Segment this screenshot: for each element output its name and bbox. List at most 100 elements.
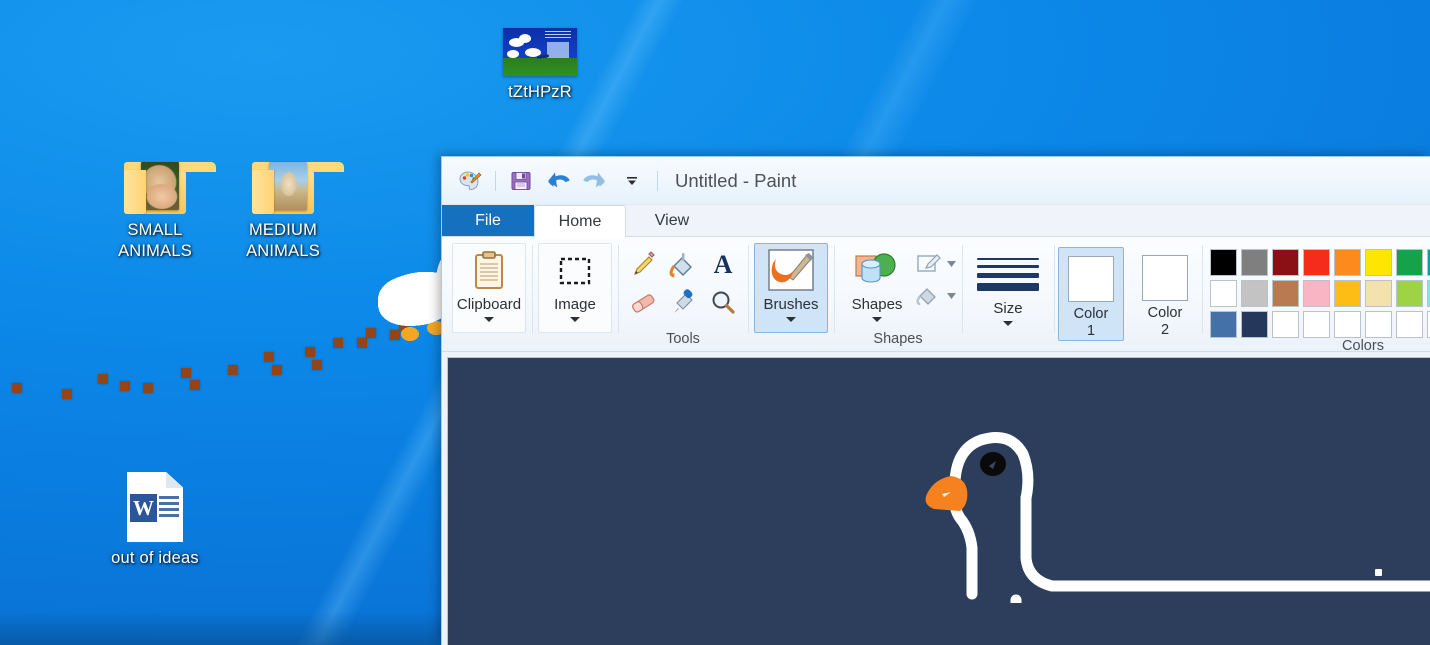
- desktop-icon-word-document[interactable]: W out of ideas: [90, 470, 220, 569]
- palette-swatch[interactable]: [1365, 249, 1392, 276]
- goose-back-outline: [1020, 492, 1430, 592]
- ribbon-group-colors: Colors: [1202, 241, 1430, 354]
- group-title-tools: Tools: [666, 331, 700, 347]
- palette-swatch[interactable]: [1241, 249, 1268, 276]
- palette-swatch[interactable]: [1210, 311, 1237, 338]
- undo-arrow-icon[interactable]: [544, 167, 572, 195]
- palette-swatch[interactable]: [1334, 311, 1361, 338]
- ribbon-group-clipboard: Clipboard: [446, 241, 532, 351]
- text-tool-button[interactable]: A: [704, 247, 742, 283]
- mud-footprint: [312, 360, 322, 370]
- palette-swatch[interactable]: [1210, 280, 1237, 307]
- palette-swatch[interactable]: [1334, 280, 1361, 307]
- mud-footprint: [62, 389, 72, 399]
- clipboard-button[interactable]: Clipboard: [452, 243, 526, 333]
- desktop-icon-folder-medium-animals[interactable]: MEDIUM ANIMALS: [218, 142, 348, 262]
- mud-footprint: [143, 383, 153, 393]
- tab-file[interactable]: File: [442, 205, 534, 237]
- palette-swatch[interactable]: [1272, 249, 1299, 276]
- shapes-icon: [854, 248, 900, 294]
- paint-palette-icon[interactable]: [456, 167, 484, 195]
- folder-label-line2: ANIMALS: [246, 242, 320, 260]
- palette-swatch[interactable]: [1365, 311, 1392, 338]
- group-title-colors-primary: [1058, 341, 1198, 351]
- color-2-swatch[interactable]: [1142, 255, 1188, 301]
- group-title-size: [968, 331, 1048, 351]
- color-1-button[interactable]: Color 1: [1058, 247, 1124, 341]
- clipboard-icon: [472, 248, 506, 294]
- color-2-button[interactable]: Color 2: [1132, 247, 1198, 339]
- folder-label-line1: MEDIUM: [248, 221, 318, 239]
- pencil-tool-button[interactable]: [624, 247, 662, 283]
- tab-home[interactable]: Home: [534, 205, 626, 238]
- palette-swatch[interactable]: [1303, 311, 1330, 338]
- paint-title-bar[interactable]: Untitled - Paint: [442, 157, 1430, 205]
- chevron-down-icon: [947, 292, 956, 299]
- ribbon-group-tools: A Tools: [618, 241, 748, 351]
- color-palette[interactable]: [1210, 243, 1430, 338]
- shapes-button[interactable]: Shapes: [840, 243, 914, 323]
- mud-footprint: [12, 383, 22, 393]
- redo-arrow-icon[interactable]: [581, 167, 609, 195]
- mud-footprint: [190, 380, 200, 390]
- paint-window[interactable]: Untitled - Paint File Home View Clipboar…: [441, 156, 1430, 645]
- eyedropper-tool-button[interactable]: [664, 285, 702, 321]
- canvas-stray-dot: [1375, 569, 1382, 576]
- mud-footprint: [333, 338, 343, 348]
- ribbon-group-colors-primary: Color 1 Color 2: [1054, 241, 1202, 351]
- size-label: Size: [993, 300, 1023, 317]
- color-1-label: Color 1: [1074, 306, 1109, 340]
- desktop-icon-label: MEDIUM ANIMALS: [218, 220, 348, 262]
- magnifier-tool-button[interactable]: [704, 285, 742, 321]
- ribbon[interactable]: Clipboard Image A Tools Brushes Shapes S…: [442, 237, 1430, 354]
- palette-swatch[interactable]: [1272, 311, 1299, 338]
- toolbar-divider: [495, 170, 496, 191]
- palette-swatch[interactable]: [1396, 280, 1423, 307]
- canvas-area[interactable]: [442, 352, 1430, 645]
- palette-swatch[interactable]: [1365, 280, 1392, 307]
- paint-bucket-tool-button[interactable]: [664, 247, 702, 283]
- desktop-icon-image-file[interactable]: tZtHPzR: [475, 4, 605, 103]
- palette-swatch[interactable]: [1303, 280, 1330, 307]
- brushes-caret-icon[interactable]: [786, 317, 796, 322]
- palette-swatch[interactable]: [1241, 311, 1268, 338]
- ribbon-group-brushes: Brushes: [748, 241, 834, 351]
- color-1-label-line1: Color: [1073, 306, 1109, 322]
- palette-swatch[interactable]: [1241, 280, 1268, 307]
- palette-swatch[interactable]: [1396, 311, 1423, 338]
- size-button[interactable]: Size: [968, 243, 1048, 327]
- clipboard-caret-icon[interactable]: [484, 317, 494, 322]
- image-caret-icon[interactable]: [570, 317, 580, 322]
- color-1-label-line2: 1: [1086, 323, 1096, 339]
- tab-view[interactable]: View: [626, 205, 718, 237]
- desktop-icon-folder-small-animals[interactable]: SMALL ANIMALS: [90, 142, 220, 262]
- palette-swatch[interactable]: [1334, 249, 1361, 276]
- desktop-icon-label: SMALL ANIMALS: [90, 220, 220, 262]
- image-button[interactable]: Image: [538, 243, 612, 333]
- palette-swatch[interactable]: [1210, 249, 1237, 276]
- word-document-icon: W: [90, 470, 220, 542]
- color-2-label: Color 2: [1148, 305, 1183, 339]
- shape-outline-button[interactable]: [916, 251, 956, 275]
- size-caret-icon[interactable]: [1003, 321, 1013, 326]
- palette-swatch[interactable]: [1396, 249, 1423, 276]
- canvas-goose-drawing: [949, 432, 1430, 603]
- mud-footprint: [228, 365, 238, 375]
- brushes-button[interactable]: Brushes: [754, 243, 828, 333]
- palette-swatch[interactable]: [1272, 280, 1299, 307]
- color-1-swatch[interactable]: [1068, 256, 1114, 302]
- save-floppy-icon[interactable]: [507, 167, 535, 195]
- outline-pencil-icon: [917, 254, 941, 272]
- group-title-shapes: Shapes: [873, 331, 923, 347]
- shape-fill-button[interactable]: [916, 283, 956, 307]
- palette-swatch[interactable]: [1303, 249, 1330, 276]
- paint-canvas[interactable]: [447, 357, 1430, 645]
- mud-footprint: [305, 347, 315, 357]
- eraser-tool-button[interactable]: [624, 285, 662, 321]
- image-select-icon: [556, 248, 594, 294]
- ribbon-tabstrip[interactable]: File Home View: [442, 205, 1430, 238]
- shapes-label: Shapes: [851, 296, 903, 313]
- chevron-down-icon[interactable]: [618, 167, 646, 195]
- shapes-caret-icon[interactable]: [872, 317, 882, 322]
- chevron-down-icon: [947, 260, 956, 267]
